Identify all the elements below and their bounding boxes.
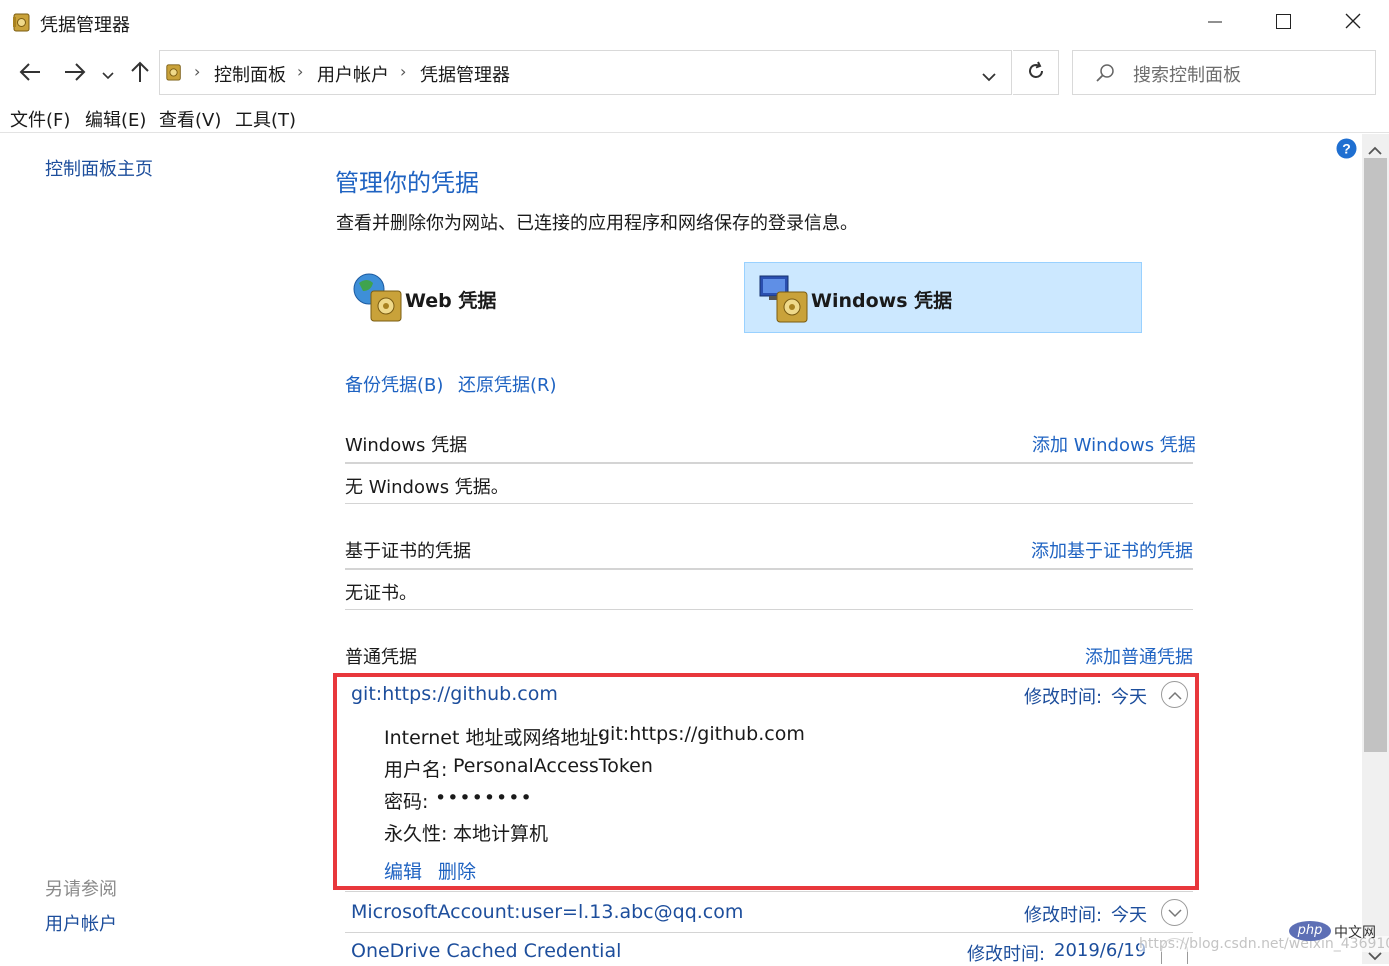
backup-credentials-link[interactable]: 备份凭据(B) [345, 371, 443, 397]
web-credentials-icon [351, 271, 407, 327]
breadcrumb-separator-icon: › [400, 62, 407, 81]
windows-credentials-icon [757, 272, 813, 328]
maximize-button[interactable] [1250, 0, 1316, 46]
forward-button[interactable] [62, 62, 88, 86]
help-icon: ? [1336, 138, 1357, 163]
address-dropdown-button[interactable] [982, 67, 996, 86]
refresh-button[interactable] [1013, 50, 1059, 95]
tab-windows-credentials[interactable]: Windows 凭据 [744, 262, 1142, 333]
breadcrumb-separator-icon: › [194, 62, 201, 81]
cert-credentials-empty-text: 无证书。 [345, 583, 417, 604]
chevron-up-icon [1167, 685, 1182, 704]
scroll-up-button[interactable] [1368, 140, 1382, 159]
arrow-left-icon [19, 63, 41, 85]
chevron-down-icon [1167, 903, 1182, 922]
credential-modified-value: 今天 [1111, 687, 1147, 708]
chevron-down-icon [102, 65, 114, 84]
refresh-icon [1026, 61, 1046, 85]
add-windows-credential-link[interactable]: 添加 Windows 凭据 [1032, 431, 1196, 457]
detail-persistence-label: 永久性: [384, 823, 448, 845]
tab-windows-credentials-label: Windows 凭据 [811, 290, 953, 312]
scrollbar-thumb[interactable] [1364, 158, 1387, 752]
search-input[interactable]: 搜索控制面板 [1072, 50, 1376, 95]
breadcrumb-user-accounts[interactable]: 用户帐户 [317, 61, 389, 87]
chevron-up-icon [1368, 140, 1382, 159]
collapse-button[interactable] [1161, 681, 1188, 708]
detail-username-label: 用户名: [384, 759, 448, 781]
credential-modified-value: 2019/6/19 [1054, 940, 1147, 961]
address-bar[interactable] [159, 50, 1012, 95]
credential-vault-icon [12, 11, 32, 33]
close-icon [1345, 13, 1361, 33]
menu-divider [0, 132, 1389, 133]
detail-persistence-value: 本地计算机 [453, 823, 549, 845]
windows-credentials-section-title: Windows 凭据 [345, 435, 468, 456]
cert-credentials-section-title: 基于证书的凭据 [345, 541, 471, 562]
tab-web-credentials[interactable]: Web 凭据 [345, 263, 740, 333]
search-placeholder: 搜索控制面板 [1133, 65, 1241, 86]
delete-credential-link[interactable]: 删除 [438, 857, 476, 884]
credential-name-onedrive[interactable]: OneDrive Cached Credential [351, 940, 621, 962]
credential-modified-value: 今天 [1111, 905, 1147, 926]
window-title: 凭据管理器 [40, 15, 130, 36]
section-divider [345, 503, 1193, 504]
credential-modified-label: 修改时间: [967, 944, 1046, 965]
detail-address-label: Internet 地址或网络地址: [384, 727, 605, 749]
breadcrumb-separator-icon: › [297, 62, 304, 81]
sidebar-user-accounts-link[interactable]: 用户帐户 [45, 910, 117, 936]
menu-edit[interactable]: 编辑(E) [85, 106, 146, 132]
windows-credentials-empty-text: 无 Windows 凭据。 [345, 477, 509, 498]
see-also-label: 另请参阅 [45, 879, 117, 900]
credential-name-github[interactable]: git:https://github.com [351, 683, 558, 705]
title-bar: 凭据管理器 [0, 0, 1389, 46]
credential-modified-label: 修改时间: [1024, 687, 1103, 708]
maximize-icon [1275, 13, 1291, 33]
add-generic-credential-link[interactable]: 添加普通凭据 [1085, 643, 1193, 669]
minimize-icon [1208, 14, 1222, 33]
generic-credentials-section-title: 普通凭据 [345, 647, 417, 668]
row-divider [345, 932, 1193, 933]
chevron-down-icon [982, 67, 996, 86]
add-cert-credential-link[interactable]: 添加基于证书的凭据 [1031, 537, 1193, 563]
detail-password-value: •••••••• [435, 787, 533, 809]
search-icon [1095, 63, 1115, 87]
php-logo: php [1289, 921, 1331, 941]
row-divider [345, 891, 1193, 892]
credential-name-microsoft[interactable]: MicrosoftAccount:user=l.13.abc@qq.com [351, 901, 743, 923]
minimize-button[interactable] [1182, 0, 1248, 46]
menu-view[interactable]: 查看(V) [159, 106, 221, 132]
sidebar-home-link[interactable]: 控制面板主页 [45, 155, 153, 181]
menu-tools[interactable]: 工具(T) [235, 106, 296, 132]
recent-locations-button[interactable] [98, 62, 118, 86]
restore-credentials-link[interactable]: 还原凭据(R) [458, 371, 557, 397]
close-button[interactable] [1320, 0, 1386, 46]
section-divider [345, 568, 1193, 570]
help-button[interactable]: ? [1336, 138, 1357, 163]
arrow-up-icon [131, 61, 149, 87]
page-description: 查看并删除你为网站、已连接的应用程序和网络保存的登录信息。 [336, 213, 858, 234]
section-divider [345, 462, 1193, 464]
back-button[interactable] [17, 62, 43, 86]
breadcrumb-credential-manager[interactable]: 凭据管理器 [420, 61, 510, 87]
credential-vault-icon [165, 61, 183, 87]
detail-username-value: PersonalAccessToken [453, 755, 653, 777]
up-button[interactable] [127, 61, 153, 87]
expand-button[interactable] [1161, 899, 1188, 926]
menu-file[interactable]: 文件(F) [10, 106, 70, 132]
breadcrumb-control-panel[interactable]: 控制面板 [214, 61, 286, 87]
tab-web-credentials-label: Web 凭据 [405, 290, 497, 312]
arrow-right-icon [64, 63, 86, 85]
detail-address-value: git:https://github.com [598, 723, 805, 745]
detail-password-label: 密码: [384, 791, 429, 813]
svg-text:?: ? [1342, 141, 1351, 157]
edit-credential-link[interactable]: 编辑 [384, 857, 422, 884]
credential-modified-label: 修改时间: [1024, 905, 1103, 926]
page-title: 管理你的凭据 [335, 169, 479, 197]
section-divider [345, 609, 1193, 610]
php-logo-cn: 中文网 [1334, 925, 1376, 941]
